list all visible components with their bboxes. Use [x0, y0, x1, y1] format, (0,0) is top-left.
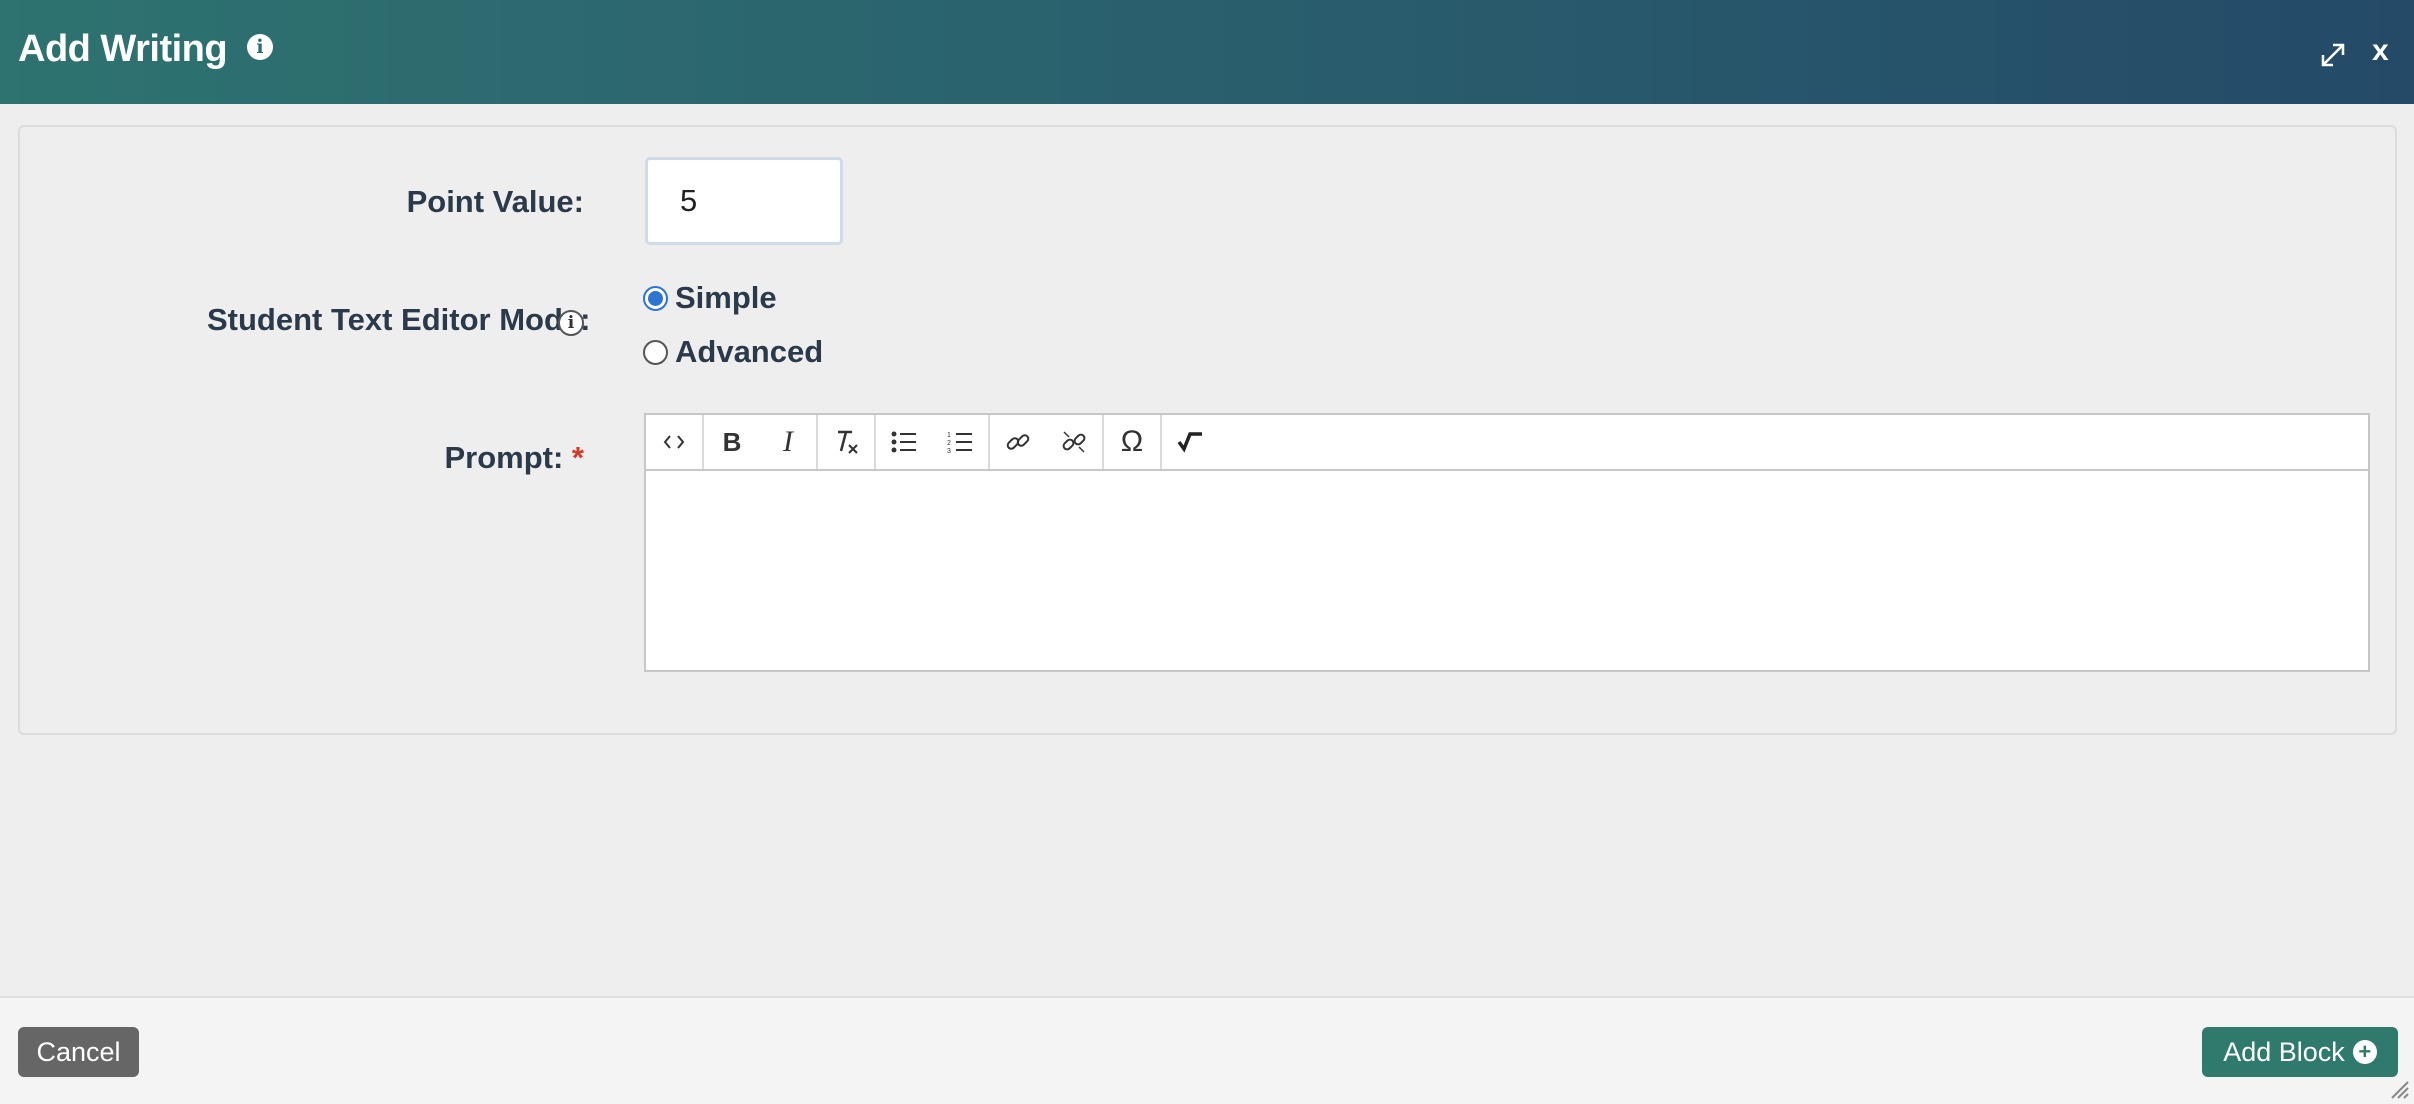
simple-radio[interactable]: [643, 285, 668, 311]
editor-mode-simple-option[interactable]: Simple: [643, 280, 777, 316]
link-icon[interactable]: [990, 414, 1046, 470]
remove-format-icon[interactable]: [818, 414, 874, 470]
prompt-label-text: Prompt:: [444, 440, 564, 475]
source-code-icon[interactable]: [646, 414, 702, 470]
editor-mode-info-icon[interactable]: i: [558, 310, 584, 336]
add-block-label: Add Block: [2223, 1036, 2345, 1067]
info-icon[interactable]: i: [247, 34, 273, 60]
svg-text:2: 2: [947, 440, 951, 447]
editor-mode-label: Student Text Editor Mode:: [207, 302, 591, 337]
editor-mode-advanced-option[interactable]: Advanced: [643, 334, 823, 370]
plus-circle-icon: +: [2352, 1040, 2377, 1064]
point-value-label: Point Value:: [406, 184, 584, 219]
bulleted-list-icon[interactable]: [876, 414, 932, 470]
simple-radio-label: Simple: [675, 280, 777, 315]
expand-icon[interactable]: [2318, 40, 2348, 70]
prompt-label: Prompt: *: [444, 440, 584, 476]
editor-toolbar: B I 123 Ω: [646, 415, 2368, 471]
italic-icon[interactable]: I: [760, 414, 816, 470]
advanced-radio-label: Advanced: [675, 334, 824, 369]
prompt-editor: B I 123 Ω: [644, 413, 2370, 672]
prompt-editor-content[interactable]: [646, 471, 2368, 670]
resize-grip-icon[interactable]: [2386, 1076, 2410, 1100]
svg-text:1: 1: [947, 432, 951, 439]
special-character-icon[interactable]: Ω: [1104, 414, 1160, 470]
required-marker: *: [571, 440, 584, 475]
unlink-icon[interactable]: [1046, 414, 1102, 470]
svg-text:3: 3: [947, 448, 951, 454]
bold-icon[interactable]: B: [704, 414, 760, 470]
add-block-button[interactable]: Add Block +: [2202, 1027, 2398, 1077]
dialog-header: Add Writing i x: [0, 0, 2414, 104]
point-value-input[interactable]: [645, 157, 843, 245]
dialog-footer: [0, 996, 2414, 1104]
numbered-list-icon[interactable]: 123: [932, 414, 988, 470]
advanced-radio[interactable]: [643, 339, 668, 365]
close-button[interactable]: x: [2372, 36, 2389, 66]
dialog-title: Add Writing: [18, 28, 228, 70]
math-equation-icon[interactable]: [1162, 414, 1218, 470]
cancel-button[interactable]: Cancel: [18, 1027, 139, 1077]
